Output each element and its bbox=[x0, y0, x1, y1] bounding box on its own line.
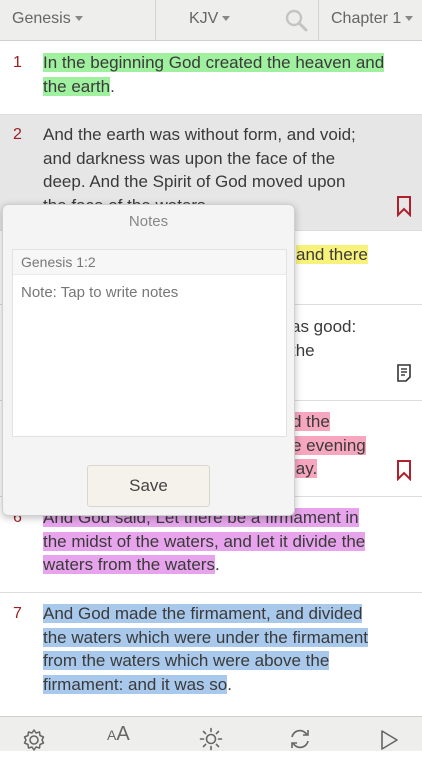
chevron-down-icon bbox=[405, 16, 414, 22]
gear-icon[interactable] bbox=[22, 723, 46, 757]
verse-number: 2 bbox=[13, 126, 22, 143]
chapter-selector[interactable]: Chapter 1 bbox=[331, 0, 414, 40]
top-toolbar: Genesis KJV Chapter 1 bbox=[0, 0, 422, 41]
verse-number: 7 bbox=[13, 605, 22, 622]
version-selector[interactable]: KJV bbox=[189, 0, 231, 40]
chapter-label: Chapter 1 bbox=[331, 10, 402, 27]
save-button[interactable]: Save bbox=[87, 465, 210, 507]
note-editor[interactable]: Genesis 1:2 Note: Tap to write notes bbox=[12, 249, 287, 437]
bookmark-icon[interactable] bbox=[396, 459, 412, 481]
note-icon[interactable] bbox=[396, 363, 412, 383]
verse-row[interactable]: 1 In the beginning God created the heave… bbox=[0, 41, 422, 115]
sync-icon[interactable] bbox=[288, 722, 312, 756]
verse-text: as good: the bbox=[291, 315, 391, 362]
verse-punctuation: . bbox=[214, 555, 220, 574]
bottom-toolbar: AA bbox=[0, 716, 422, 751]
verse-highlight: In the beginning God created the heaven … bbox=[43, 53, 385, 96]
chevron-down-icon bbox=[74, 16, 83, 22]
note-input[interactable]: Note: Tap to write notes bbox=[21, 284, 178, 301]
verse-text: And God said, Let there be a firmament i… bbox=[43, 506, 393, 577]
verse-punctuation: . bbox=[110, 76, 115, 96]
verse-highlight: e evening bbox=[292, 435, 366, 455]
font-size-icon: A bbox=[107, 727, 117, 743]
verse-number: 1 bbox=[13, 54, 22, 71]
verse-row[interactable]: 7 And God made the firmament, and divide… bbox=[0, 593, 422, 711]
verse-line: deep. And the Spirit of God moved upon bbox=[43, 172, 346, 191]
notes-popup: Notes Genesis 1:2 Note: Tap to write not… bbox=[2, 204, 295, 516]
verse-highlight: firmament: and it was so bbox=[43, 674, 228, 694]
verse-highlight: from the waters which were above the bbox=[43, 651, 330, 670]
verse-line: the bbox=[291, 340, 315, 360]
verse-text: And the earth was without form, and void… bbox=[43, 123, 393, 217]
font-size-icon-large: A bbox=[116, 723, 130, 745]
verse-highlight: And God made the firmament, and divided bbox=[43, 604, 363, 623]
verse-highlight: and there bbox=[296, 245, 368, 264]
bookmark-icon[interactable] bbox=[396, 195, 412, 217]
verse-highlight: the waters which were under the firmamen… bbox=[43, 627, 369, 647]
search-button[interactable] bbox=[284, 8, 308, 32]
verse-punctuation: . bbox=[227, 674, 232, 694]
brightness-icon[interactable] bbox=[199, 722, 223, 756]
book-label: Genesis bbox=[12, 10, 71, 27]
verse-highlight: d the bbox=[292, 412, 330, 431]
version-label: KJV bbox=[189, 10, 219, 27]
verse-text: In the beginning God created the heaven … bbox=[43, 51, 393, 98]
verse-line: as good: bbox=[291, 317, 357, 336]
book-selector[interactable]: Genesis bbox=[12, 0, 83, 40]
search-icon bbox=[285, 9, 308, 32]
verse-text: d the e evening lay. bbox=[292, 410, 392, 481]
note-reference: Genesis 1:2 bbox=[13, 250, 286, 275]
verse-text: and there bbox=[296, 243, 396, 267]
verse-line: And the earth was without form, and void… bbox=[43, 125, 356, 144]
popup-title: Notes bbox=[128, 213, 169, 230]
verse-highlight: waters from the waters bbox=[43, 555, 215, 574]
font-size-button[interactable]: AA bbox=[107, 717, 130, 751]
verse-text: And God made the firmament, and divided … bbox=[43, 602, 393, 696]
verse-line: and darkness was upon the face of the bbox=[43, 148, 336, 168]
divider bbox=[318, 0, 319, 40]
chevron-down-icon bbox=[222, 16, 231, 22]
verse-highlight: lay. bbox=[292, 459, 318, 478]
verse-highlight: the midst of the waters, and let it divi… bbox=[43, 531, 366, 551]
play-icon[interactable] bbox=[379, 723, 399, 757]
divider bbox=[155, 0, 156, 40]
